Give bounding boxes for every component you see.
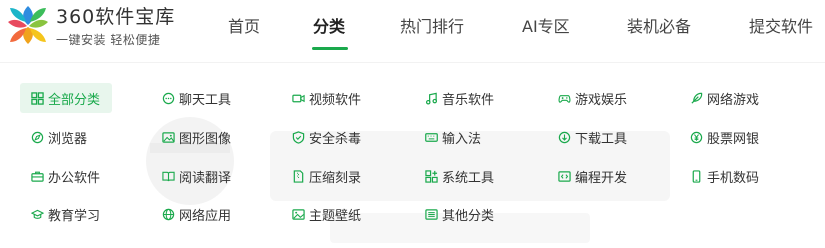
- category-video[interactable]: 视频软件: [291, 83, 361, 113]
- category-label: 办公软件: [48, 170, 101, 186]
- category-label: 股票网银: [707, 131, 760, 147]
- graduation-icon: [30, 207, 44, 221]
- category-label: 输入法: [442, 131, 482, 147]
- category-label: 系统工具: [442, 170, 495, 186]
- compass-icon: [30, 130, 44, 144]
- category-label: 压缩刻录: [309, 170, 362, 186]
- category-office[interactable]: 办公软件: [30, 161, 100, 191]
- category-label: 编程开发: [575, 170, 628, 186]
- category-label: 图形图像: [179, 131, 232, 147]
- wallpaper-icon: [291, 207, 305, 221]
- nav-home[interactable]: 首页: [228, 16, 260, 38]
- brand-title: 360软件宝库: [56, 6, 176, 28]
- category-label: 下载工具: [575, 131, 628, 147]
- music-icon: [424, 91, 438, 105]
- category-reading[interactable]: 阅读翻译: [161, 161, 231, 191]
- category-label: 其他分类: [442, 208, 495, 224]
- code-icon: [557, 169, 571, 183]
- brand[interactable]: 360软件宝库 一键安装 轻松便捷: [56, 6, 175, 48]
- category-input-method[interactable]: 输入法: [424, 122, 481, 152]
- category-network-apps[interactable]: 网络应用: [161, 199, 231, 229]
- category-music[interactable]: 音乐软件: [424, 83, 494, 113]
- chat-icon: [161, 91, 175, 105]
- category-label: 教育学习: [48, 208, 101, 224]
- category-chat[interactable]: 聊天工具: [161, 83, 231, 113]
- category-stocks[interactable]: 股票网银: [689, 122, 759, 152]
- top-header: 360软件宝库 一键安装 轻松便捷 首页 分类 热门排行 AI专区 装机必备 提…: [0, 0, 825, 58]
- brand-subtitle: 一键安装 轻松便捷: [56, 33, 161, 47]
- category-label: 网络应用: [179, 208, 232, 224]
- nav-essentials[interactable]: 装机必备: [627, 16, 691, 38]
- category-panel: 全部分类 聊天工具 视频软件 音乐软件 游戏娱乐 网络游戏 浏览器 图形图像 安…: [0, 62, 825, 248]
- nav-categories[interactable]: 分类: [313, 16, 345, 38]
- gamepad-icon: [557, 91, 571, 105]
- 360-logo[interactable]: [4, 2, 52, 48]
- shield-icon: [291, 130, 305, 144]
- category-security[interactable]: 安全杀毒: [291, 122, 361, 152]
- download-icon: [557, 130, 571, 144]
- category-education[interactable]: 教育学习: [30, 199, 100, 229]
- category-label: 音乐软件: [442, 92, 495, 108]
- nav-active-indicator: [312, 47, 348, 50]
- nav-ai-zone[interactable]: AI专区: [522, 16, 570, 38]
- yen-icon: [689, 130, 703, 144]
- category-wallpaper[interactable]: 主题壁纸: [291, 199, 361, 229]
- category-system-tools[interactable]: 系统工具: [424, 161, 494, 191]
- category-graphics[interactable]: 图形图像: [161, 122, 231, 152]
- phone-icon: [689, 169, 703, 183]
- list-icon: [424, 207, 438, 221]
- category-games[interactable]: 游戏娱乐: [557, 83, 627, 113]
- category-programming[interactable]: 编程开发: [557, 161, 627, 191]
- category-label: 游戏娱乐: [575, 92, 628, 108]
- image-icon: [161, 130, 175, 144]
- globe-icon: [161, 207, 175, 221]
- video-icon: [291, 91, 305, 105]
- category-online-games[interactable]: 网络游戏: [689, 83, 759, 113]
- category-other[interactable]: 其他分类: [424, 199, 494, 229]
- book-icon: [161, 169, 175, 183]
- category-label: 视频软件: [309, 92, 362, 108]
- apps-icon: [424, 169, 438, 183]
- category-mobile[interactable]: 手机数码: [689, 161, 759, 191]
- briefcase-icon: [30, 169, 44, 183]
- category-label: 阅读翻译: [179, 170, 232, 186]
- category-label: 浏览器: [48, 131, 88, 147]
- category-download[interactable]: 下载工具: [557, 122, 627, 152]
- category-label: 网络游戏: [707, 92, 760, 108]
- keyboard-icon: [424, 130, 438, 144]
- category-label: 主题壁纸: [309, 208, 362, 224]
- nav-submit-software[interactable]: 提交软件: [749, 16, 813, 38]
- grid-icon: [30, 91, 44, 105]
- category-label: 安全杀毒: [309, 131, 362, 147]
- nav-hot-ranking[interactable]: 热门排行: [400, 16, 464, 38]
- file-zip-icon: [291, 169, 305, 183]
- feather-icon: [689, 91, 703, 105]
- category-label: 聊天工具: [179, 92, 232, 108]
- category-browser[interactable]: 浏览器: [30, 122, 87, 152]
- category-label: 手机数码: [707, 170, 760, 186]
- category-compression[interactable]: 压缩刻录: [291, 161, 361, 191]
- category-label: 全部分类: [48, 92, 101, 108]
- category-all[interactable]: 全部分类: [20, 83, 113, 113]
